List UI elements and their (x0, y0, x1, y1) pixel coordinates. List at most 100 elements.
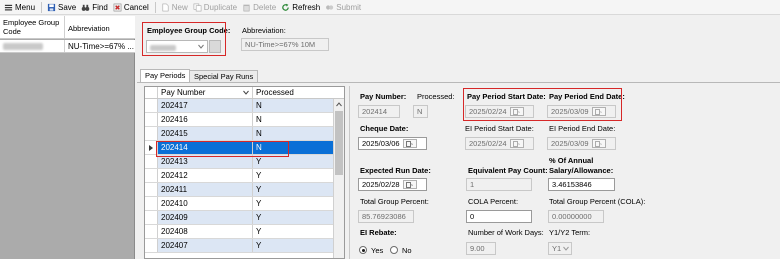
row-selector[interactable] (145, 239, 158, 252)
delete-button[interactable]: Delete (240, 1, 279, 14)
pay-number-field[interactable]: 202414 (358, 105, 400, 118)
row-selector[interactable] (145, 225, 158, 238)
processed-cell: N (253, 141, 333, 154)
y1y2-term-select[interactable]: Y1 (548, 242, 572, 255)
column-header-pay-number[interactable]: Pay Number (158, 87, 253, 98)
toolbar-separator (41, 1, 43, 13)
menu-icon (4, 4, 13, 10)
table-row[interactable]: 202407 Y (145, 239, 333, 253)
pay-number-cell: 202416 (158, 113, 253, 126)
row-selector[interactable] (145, 127, 158, 140)
current-row-arrow-icon (149, 144, 153, 151)
menu-button[interactable]: Menu (2, 1, 38, 14)
cheque-date-field[interactable]: 2025/03/06 (358, 137, 427, 150)
row-selector[interactable] (145, 169, 158, 182)
table-row[interactable]: 202410 Y (145, 197, 333, 211)
column-header-processed[interactable]: Processed (253, 87, 344, 98)
tab-pay-periods[interactable]: Pay Periods (140, 69, 191, 83)
calendar-icon[interactable] (591, 139, 606, 148)
table-row[interactable]: 202415 N (145, 127, 333, 141)
pay-number-cell: 202414 (158, 141, 253, 154)
processed-cell: N (253, 99, 333, 112)
processed-field[interactable]: N (413, 105, 428, 118)
menu-label: Menu (15, 2, 36, 12)
equivalent-pay-count-field[interactable]: 1 (466, 178, 532, 191)
total-group-percent-cola-field[interactable]: 0.00000000 (548, 210, 604, 223)
row-selector[interactable] (145, 183, 158, 196)
employee-group-code-select[interactable] (146, 40, 208, 53)
new-button[interactable]: New (159, 1, 191, 14)
cancel-label: Cancel (123, 2, 149, 12)
pay-period-end-date-value: 2025/03/09 (551, 107, 589, 116)
calendar-icon[interactable] (402, 180, 417, 189)
row-selector-header (145, 87, 158, 98)
pay-number-cell: 202407 (158, 239, 253, 252)
row-selector[interactable] (145, 113, 158, 126)
calendar-icon[interactable] (509, 139, 524, 148)
employee-group-lookup-button[interactable] (209, 40, 221, 53)
calendar-icon[interactable] (591, 107, 606, 116)
scrollbar-thumb[interactable] (335, 111, 343, 175)
abbreviation-field[interactable]: NU-Time>=67% 10M (241, 38, 329, 51)
abbreviation-label: Abbreviation: (242, 26, 286, 35)
refresh-label: Refresh (292, 2, 321, 12)
duplicate-button[interactable]: Duplicate (191, 1, 240, 14)
pay-periods-scrollbar[interactable] (333, 99, 344, 258)
row-selector[interactable] (145, 197, 158, 210)
cheque-date-label: Cheque Date: (360, 124, 409, 133)
ei-rebate-yes-radio[interactable] (359, 246, 367, 254)
save-button[interactable]: Save (45, 1, 79, 14)
redacted-value (150, 45, 176, 51)
cola-percent-field[interactable]: 0 (466, 210, 532, 223)
expected-run-date-field[interactable]: 2025/02/28 (358, 178, 427, 191)
employee-group-row[interactable]: NU-Time>=67% ... (0, 40, 135, 53)
pay-periods-grid: Pay Number Processed 202417 N 202416 N 20241… (144, 86, 345, 259)
ei-rebate-no-radio[interactable] (390, 246, 398, 254)
save-icon (47, 3, 56, 11)
calendar-icon[interactable] (509, 107, 524, 116)
redacted-value (3, 42, 43, 50)
table-row[interactable]: 202414 N (145, 141, 333, 155)
cancel-button[interactable]: Cancel (111, 1, 152, 14)
row-selector[interactable] (145, 141, 158, 154)
table-row[interactable]: 202408 Y (145, 225, 333, 239)
total-group-percent-cola-label: Total Group Percent (COLA): (549, 197, 646, 206)
ei-period-start-date-field[interactable]: 2025/02/24 (465, 137, 534, 150)
table-row[interactable]: 202412 Y (145, 169, 333, 183)
employee-group-list-header: Employee Group Code Abbreviation (0, 16, 135, 39)
row-selector[interactable] (145, 211, 158, 224)
scroll-up-arrow[interactable] (334, 99, 344, 110)
number-of-work-days-field[interactable]: 9.00 (466, 242, 496, 255)
employee-group-list: Employee Group Code Abbreviation NU-Time… (0, 16, 135, 259)
calendar-icon[interactable] (402, 139, 417, 148)
ei-rebate-no-label: No (402, 246, 412, 255)
refresh-button[interactable]: Refresh (279, 1, 323, 14)
expected-run-date-label: Expected Run Date: (360, 166, 431, 175)
pay-number-cell: 202412 (158, 169, 253, 182)
processed-cell: Y (256, 171, 262, 180)
column-header-abbreviation[interactable]: Abbreviation (65, 16, 135, 38)
find-label: Find (92, 2, 108, 12)
submit-button[interactable]: Submit (323, 1, 364, 14)
pct-annual-label-line1: % Of Annual (549, 156, 594, 165)
new-label: New (171, 2, 188, 12)
table-row[interactable]: 202413 Y (145, 155, 333, 169)
ei-period-end-date-field[interactable]: 2025/03/09 (547, 137, 616, 150)
pay-number-cell: 202409 (158, 211, 253, 224)
pay-period-start-date-field[interactable]: 2025/02/24 (465, 105, 534, 118)
row-selector[interactable] (145, 155, 158, 168)
number-of-work-days-label: Number of Work Days: (468, 228, 544, 237)
pct-annual-salary-field[interactable]: 3.46153846 (548, 178, 615, 191)
table-row[interactable]: 202411 Y (145, 183, 333, 197)
row-selector[interactable] (145, 99, 158, 112)
ei-period-end-date-value: 2025/03/09 (551, 139, 589, 148)
table-row[interactable]: 202416 N (145, 113, 333, 127)
pay-period-end-date-field[interactable]: 2025/03/09 (547, 105, 616, 118)
find-button[interactable]: Find (79, 1, 111, 14)
processed-cell: N (253, 127, 333, 140)
total-group-percent-field[interactable]: 85.76923086 (358, 210, 414, 223)
table-row[interactable]: 202417 N (145, 99, 333, 113)
table-row[interactable]: 202409 Y (145, 211, 333, 225)
y1y2-term-label: Y1/Y2 Term: (549, 228, 591, 237)
column-header-employee-group-code[interactable]: Employee Group Code (0, 16, 65, 38)
